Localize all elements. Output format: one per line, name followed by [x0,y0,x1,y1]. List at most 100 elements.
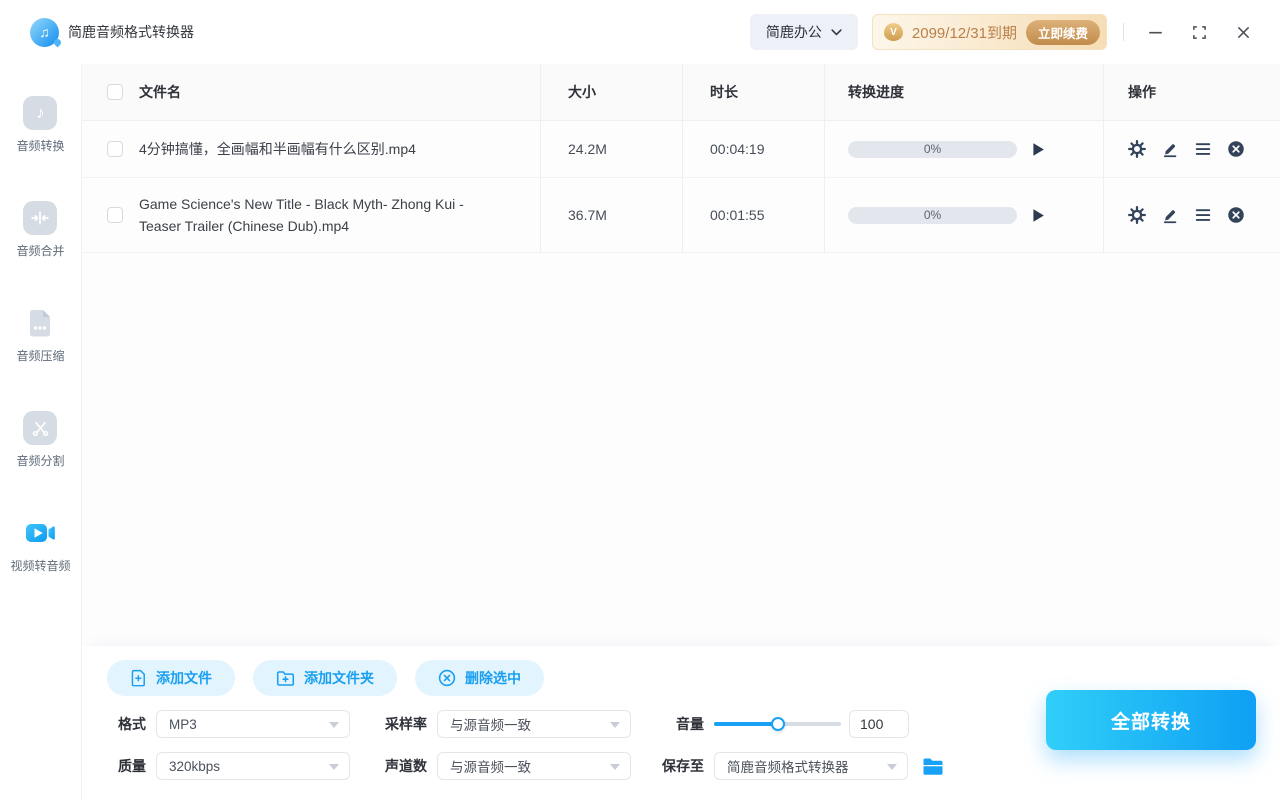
play-icon [1033,142,1044,156]
brand: ♫ 简鹿音频格式转换器 [30,17,194,47]
renew-button[interactable]: 立即续费 [1025,19,1100,45]
play-icon [1033,208,1044,222]
maximize-icon [1192,25,1206,39]
row-edit-button[interactable] [1161,206,1179,224]
license-badge: V 2099/12/31到期 立即续费 [871,14,1107,50]
workspace-menu-button[interactable]: 简鹿办公 [749,14,858,50]
merge-icon [23,201,58,235]
sidebar-item-video-to-audio[interactable]: 视频转音频 [10,516,71,574]
license-expiry: 2099/12/31到期 [911,24,1017,42]
row-settings-button[interactable] [1128,206,1146,224]
progress-bar: 0% [848,206,1017,224]
settings-row-2: 质量 320kbps 声道数 与源音频一致 保存至 简鹿音频格式转换器 [82,752,1280,780]
row-menu-button[interactable] [1194,206,1212,224]
row-checkbox[interactable] [107,207,123,223]
channels-label: 声道数 [385,758,427,774]
row-remove-button[interactable] [1227,206,1245,224]
file-size: 36.7M [568,207,607,223]
sidebar-item-label: 音频合并 [16,244,65,258]
select-all-checkbox[interactable] [107,84,123,100]
settings-gear-icon [1128,206,1146,224]
channels-select[interactable]: 与源音频一致 [437,752,631,780]
vip-icon: V [883,23,903,41]
progress-value: 0% [923,208,942,222]
dropdown-arrow-icon [329,722,339,728]
quality-value: 320kbps [169,758,221,774]
maximize-button[interactable] [1184,17,1214,47]
table-row: Game Science's New Title - Black Myth- Z… [82,178,1280,253]
sidebar: ♪ 音频转换 音频合并 音频压缩 音频分割 视频转音频 [0,64,82,800]
play-button[interactable] [1031,141,1047,157]
app-title: 简鹿音频格式转换器 [68,24,194,40]
format-value: MP3 [169,716,197,732]
table-row: 4分钟搞懂，全画幅和半画幅有什么区别.mp4 24.2M 00:04:19 0% [82,121,1280,178]
menu-icon [1195,143,1211,155]
save-to-select[interactable]: 简鹿音频格式转换器 [714,752,908,780]
column-header-name: 文件名 [139,84,181,100]
slider-handle[interactable] [770,717,785,731]
file-name: Game Science's New Title - Black Myth- Z… [139,196,464,234]
app-window: ♫ 简鹿音频格式转换器 简鹿办公 V 2099/12/31到期 立即续费 ♪ 音… [0,0,1280,800]
file-duration: 00:04:19 [710,141,765,157]
divider [1123,23,1124,41]
delete-circle-icon [438,669,456,687]
add-folder-label: 添加文件夹 [304,670,374,686]
row-remove-button[interactable] [1227,140,1245,158]
app-logo-icon: ♫ [30,17,59,47]
sidebar-item-label: 音频分割 [16,454,65,468]
sample-rate-select[interactable]: 与源音频一致 [437,710,631,738]
quality-select[interactable]: 320kbps [156,752,350,780]
dropdown-arrow-icon [887,764,897,770]
file-duration: 00:01:55 [710,207,765,223]
file-list: 文件名 大小 时长 转换进度 操作 4分钟搞懂，全画幅和半画幅有什么区别.mp4… [82,64,1280,646]
edit-pencil-icon [1163,144,1177,158]
sidebar-item-audio-convert[interactable]: ♪ 音频转换 [16,96,65,154]
sidebar-item-audio-compress[interactable]: 音频压缩 [16,306,65,364]
remove-circle-icon [1228,207,1244,223]
row-edit-button[interactable] [1161,140,1179,158]
minimize-icon [1148,31,1162,33]
convert-all-button[interactable]: 全部转换 [1046,690,1256,750]
music-note-icon: ♪ [23,96,58,130]
minimize-button[interactable] [1140,17,1170,47]
volume-label: 音量 [676,716,704,732]
sample-rate-value: 与源音频一致 [450,718,531,733]
row-settings-button[interactable] [1128,140,1146,158]
titlebar: ♫ 简鹿音频格式转换器 简鹿办公 V 2099/12/31到期 立即续费 [0,0,1280,64]
format-select[interactable]: MP3 [156,710,350,738]
sidebar-item-label: 音频转换 [16,139,65,153]
dropdown-arrow-icon [329,764,339,770]
save-to-label: 保存至 [662,758,704,774]
play-button[interactable] [1031,207,1047,223]
edit-pencil-icon [1163,210,1177,224]
dropdown-arrow-icon [610,722,620,728]
scissors-icon [23,411,58,445]
file-actions-toolbar: 添加文件 添加文件夹 删除选中 [107,660,544,696]
add-file-button[interactable]: 添加文件 [107,660,235,696]
quality-label: 质量 [118,758,146,774]
add-file-icon [131,669,145,687]
delete-selected-button[interactable]: 删除选中 [415,660,544,696]
row-checkbox[interactable] [107,141,123,157]
column-header-size: 大小 [568,84,596,100]
column-header-duration: 时长 [710,84,738,100]
bottom-panel: 添加文件 添加文件夹 删除选中 格式 MP3 采样率 与源音频一致 音量 100… [82,646,1280,800]
compress-file-icon [23,306,57,340]
column-header-actions: 操作 [1128,84,1156,100]
remove-circle-icon [1228,141,1244,157]
progress-bar: 0% [848,140,1017,158]
sidebar-item-audio-split[interactable]: 音频分割 [16,411,65,469]
browse-folder-button[interactable] [920,753,946,779]
titlebar-right: 简鹿办公 V 2099/12/31到期 立即续费 [749,14,1258,50]
row-menu-button[interactable] [1194,140,1212,158]
volume-input[interactable] [849,710,909,738]
close-button[interactable] [1228,17,1258,47]
add-file-label: 添加文件 [156,670,212,686]
folder-icon [923,758,943,775]
volume-slider[interactable] [714,710,841,738]
add-folder-button[interactable]: 添加文件夹 [253,660,397,696]
add-folder-icon [276,670,295,686]
sidebar-item-audio-merge[interactable]: 音频合并 [16,201,65,259]
sidebar-item-label: 视频转音频 [10,559,71,573]
sidebar-item-label: 音频压缩 [16,349,65,363]
